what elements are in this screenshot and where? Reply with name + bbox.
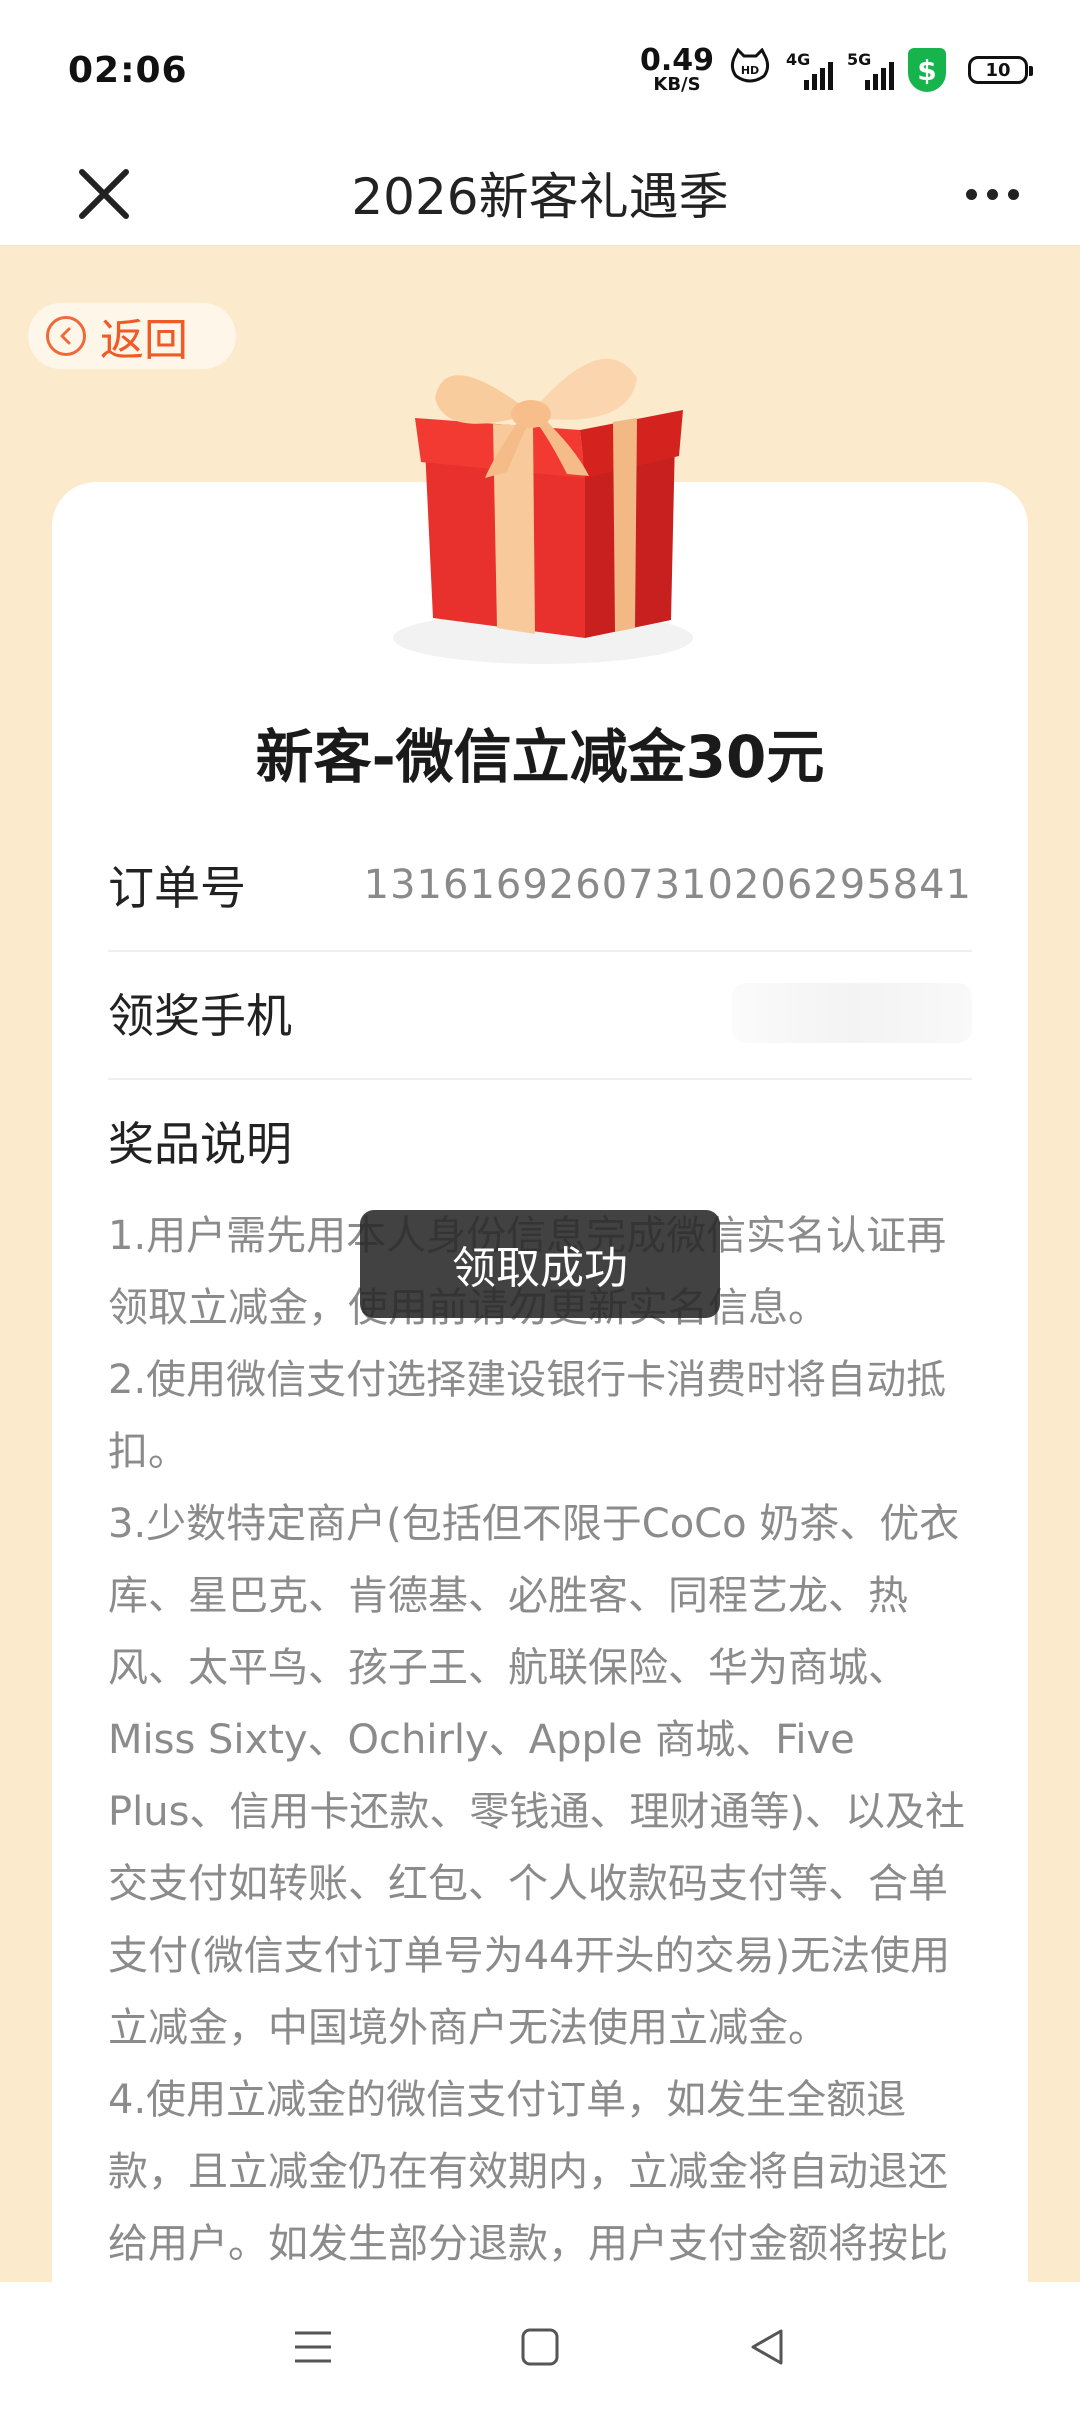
more-menu-button[interactable] xyxy=(952,166,1032,222)
back-nav-button[interactable] xyxy=(727,2307,807,2387)
more-dot-icon xyxy=(965,188,977,200)
description-header-row: 奖品说明 xyxy=(108,1108,972,1174)
description-label: 奖品说明 xyxy=(108,1117,292,1171)
status-time: 02:06 xyxy=(68,49,188,91)
description-item: 2.使用微信支付选择建设银行卡消费时将自动抵扣。 xyxy=(108,1357,947,1475)
order-number-row: 订单号 131616926073102062958​41 xyxy=(108,852,972,918)
network-speed: 0.49 KB/S xyxy=(640,46,714,94)
security-shield-icon: $ xyxy=(908,48,946,92)
signal-5g-icon: 5G xyxy=(847,50,894,90)
menu-button[interactable] xyxy=(273,2307,353,2387)
phone-value-masked xyxy=(732,983,972,1043)
back-button[interactable]: 返回 xyxy=(28,303,236,369)
more-dot-icon xyxy=(986,188,998,200)
divider xyxy=(108,1078,972,1080)
close-button[interactable] xyxy=(72,162,136,226)
divider xyxy=(108,950,972,952)
network-speed-value: 0.49 xyxy=(639,43,714,78)
success-toast: 领取成功 xyxy=(360,1210,720,1318)
description-item: 4.使用立减金的微信支付订单，如发生全额退款，且立减金仍在有效期内，立减金将自动… xyxy=(108,2077,948,2267)
system-nav-bar xyxy=(0,2282,1080,2412)
hd-cat-icon: HD xyxy=(728,47,772,92)
home-square-icon xyxy=(521,2328,559,2366)
status-icons: 0.49 KB/S HD 4G 5G $ 10 xyxy=(640,46,1033,94)
phone-row: 领奖手机 xyxy=(108,980,972,1046)
order-number-label: 订单号 xyxy=(108,861,246,915)
signal-4g-icon: 4G xyxy=(786,50,833,90)
close-icon xyxy=(79,169,129,219)
chevron-left-icon xyxy=(46,316,86,356)
back-triangle-icon xyxy=(751,2329,783,2365)
menu-icon xyxy=(295,2331,332,2363)
more-dot-icon xyxy=(1007,188,1019,200)
order-number-value: 131616926073102062958​41 xyxy=(363,862,972,908)
home-button[interactable] xyxy=(500,2307,580,2387)
svg-text:HD: HD xyxy=(741,64,759,77)
prize-title: 新客-微信立减金30元 xyxy=(255,723,825,791)
gift-box-icon xyxy=(393,358,693,664)
battery-icon: 10 xyxy=(968,56,1033,84)
prize-description: 1.用户需先用本人身份信息完成微信实名认证再领取立减金，使用前请勿更新实名信息。… xyxy=(108,1200,978,2280)
status-bar: 02:06 0.49 KB/S HD 4G 5G $ 10 xyxy=(0,0,1080,140)
title-bar: 2026新客礼遇季 xyxy=(0,140,1080,246)
page-title: 2026新客礼遇季 xyxy=(351,167,729,226)
description-item: 3.少数特定商户(包括但不限于CoCo 奶茶、优衣库、星巴克、肯德基、必胜客、同… xyxy=(108,1501,966,2051)
battery-level: 10 xyxy=(985,59,1011,81)
network-speed-unit: KB/S xyxy=(653,74,701,95)
phone-label: 领奖手机 xyxy=(108,989,292,1043)
back-label: 返回 xyxy=(100,315,188,366)
